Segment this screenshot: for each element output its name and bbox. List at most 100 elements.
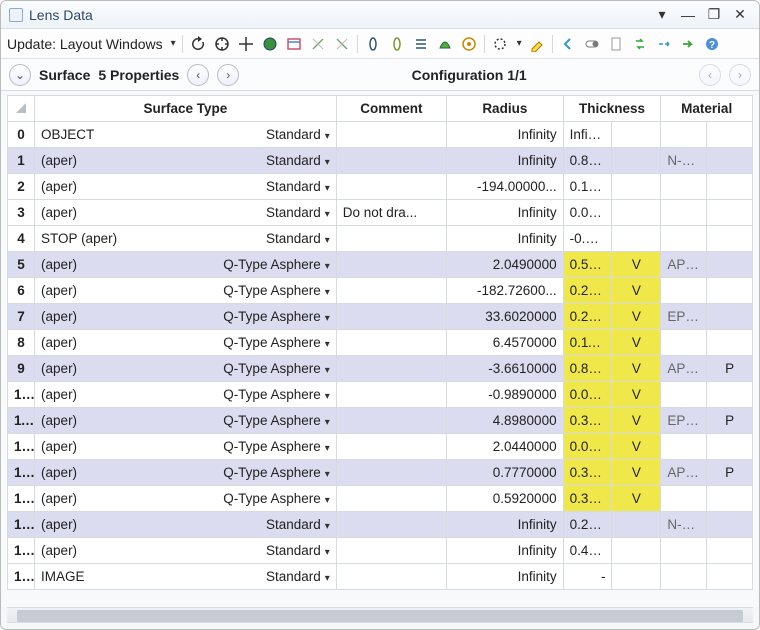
thickness-solve-flag[interactable]: V — [612, 408, 661, 434]
radius-cell[interactable]: Infinity — [447, 122, 564, 148]
thickness-solve-flag[interactable] — [612, 174, 661, 200]
comment-cell[interactable]: Do not dra... — [336, 200, 446, 226]
axis-x-icon[interactable] — [309, 35, 327, 53]
thickness-solve-flag[interactable] — [612, 148, 661, 174]
thickness-cell[interactable]: 0.4750000 — [563, 538, 612, 564]
table-row[interactable]: 6(aper)Q-Type Asphere▾-182.72600...0.235… — [8, 278, 753, 304]
radius-cell[interactable]: 6.4570000 — [447, 330, 564, 356]
surface-type-dropdown[interactable]: Standard▾ — [266, 543, 330, 558]
surface-type-dropdown[interactable]: Standard▾ — [266, 127, 330, 142]
update-dropdown-icon[interactable]: ▾ — [171, 38, 176, 49]
refresh-icon[interactable] — [189, 35, 207, 53]
col-surface-type[interactable]: Surface Type — [35, 96, 337, 122]
material-cell[interactable] — [661, 538, 707, 564]
comment-cell[interactable] — [336, 278, 446, 304]
lens-front-icon[interactable] — [364, 35, 382, 53]
surface-type-cell[interactable]: (aper)Q-Type Asphere▾ — [35, 434, 337, 460]
row-number[interactable]: 4 — [8, 226, 35, 252]
material-cell[interactable] — [661, 434, 707, 460]
thickness-cell[interactable]: 0.8000000 — [563, 148, 612, 174]
thickness-cell[interactable]: 0.0970814 — [563, 434, 612, 460]
thickness-cell[interactable]: 0.3685480 — [563, 408, 612, 434]
comment-cell[interactable] — [336, 408, 446, 434]
row-number[interactable]: 17 — [8, 564, 35, 590]
table-row[interactable]: 15(aper)Standard▾Infinity0.2100000N-BK7 — [8, 512, 753, 538]
aperture-dropdown-icon[interactable]: ▾ — [517, 38, 522, 49]
row-number[interactable]: 0 — [8, 122, 35, 148]
radius-cell[interactable]: Infinity — [447, 226, 564, 252]
material-cell[interactable] — [661, 122, 707, 148]
layout-icon[interactable] — [285, 35, 303, 53]
table-row[interactable]: 12(aper)Q-Type Asphere▾2.04400000.097081… — [8, 434, 753, 460]
thickness-cell[interactable]: 0.0656416 — [563, 382, 612, 408]
thickness-cell[interactable]: Infinity — [563, 122, 612, 148]
toggle-icon[interactable] — [583, 35, 601, 53]
radius-cell[interactable]: Infinity — [447, 200, 564, 226]
material-solve-flag[interactable] — [707, 226, 753, 252]
next-config-button[interactable]: › — [729, 64, 751, 86]
surface-type-cell[interactable]: (aper)Standard▾ — [35, 538, 337, 564]
thickness-solve-flag[interactable] — [612, 564, 661, 590]
material-cell[interactable] — [661, 564, 707, 590]
thickness-solve-flag[interactable]: V — [612, 304, 661, 330]
wheel-icon[interactable] — [460, 35, 478, 53]
surface-type-cell[interactable]: (aper)Q-Type Asphere▾ — [35, 252, 337, 278]
table-row[interactable]: 14(aper)Q-Type Asphere▾0.59200000.321389… — [8, 486, 753, 512]
surface-type-dropdown[interactable]: Q-Type Asphere▾ — [223, 387, 330, 402]
material-solve-flag[interactable] — [707, 174, 753, 200]
surface-type-dropdown[interactable]: Q-Type Asphere▾ — [223, 465, 330, 480]
restore-button[interactable]: ❐ — [703, 6, 725, 24]
radius-cell[interactable]: 33.6020000 — [447, 304, 564, 330]
radius-cell[interactable]: -3.6610000 — [447, 356, 564, 382]
table-row[interactable]: 5(aper)Q-Type Asphere▾2.04900000.5168080… — [8, 252, 753, 278]
material-solve-flag[interactable]: P — [707, 460, 753, 486]
table-row[interactable]: 1(aper)Standard▾Infinity0.8000000N-BK7 — [8, 148, 753, 174]
swap-icon[interactable] — [631, 35, 649, 53]
minimize-button[interactable]: — — [677, 6, 699, 24]
comment-cell[interactable] — [336, 564, 446, 590]
comment-cell[interactable] — [336, 174, 446, 200]
prev-surface-button[interactable]: ‹ — [187, 64, 209, 86]
comment-cell[interactable] — [336, 148, 446, 174]
comment-cell[interactable] — [336, 434, 446, 460]
scrollbar-thumb[interactable] — [17, 610, 743, 622]
surface-type-dropdown[interactable]: Q-Type Asphere▾ — [223, 439, 330, 454]
table-row[interactable]: 10(aper)Q-Type Asphere▾-0.98900000.06564… — [8, 382, 753, 408]
thickness-cell[interactable]: 0.2357424 — [563, 278, 612, 304]
material-cell[interactable] — [661, 174, 707, 200]
radius-cell[interactable]: Infinity — [447, 564, 564, 590]
material-solve-flag[interactable] — [707, 512, 753, 538]
help-icon[interactable]: ? — [703, 35, 721, 53]
comment-cell[interactable] — [336, 486, 446, 512]
col-comment[interactable]: Comment — [336, 96, 446, 122]
material-solve-flag[interactable] — [707, 148, 753, 174]
thickness-cell[interactable]: 0.8609426 — [563, 356, 612, 382]
go-icon[interactable] — [679, 35, 697, 53]
surface-type-cell[interactable]: (aper)Standard▾ — [35, 512, 337, 538]
material-cell[interactable] — [661, 200, 707, 226]
row-number[interactable]: 11 — [8, 408, 35, 434]
prev-config-button[interactable]: ‹ — [699, 64, 721, 86]
comment-cell[interactable] — [336, 122, 446, 148]
material-cell[interactable]: APL5014C — [661, 252, 707, 278]
thickness-solve-flag[interactable]: V — [612, 434, 661, 460]
surface-type-dropdown[interactable]: Q-Type Asphere▾ — [223, 491, 330, 506]
comment-cell[interactable] — [336, 382, 446, 408]
material-solve-flag[interactable]: P — [707, 408, 753, 434]
surface-type-dropdown[interactable]: Q-Type Asphere▾ — [223, 361, 330, 376]
material-cell[interactable]: N-BK7 — [661, 512, 707, 538]
highlighter-icon[interactable] — [528, 35, 546, 53]
thickness-cell[interactable]: 0.3063333 — [563, 460, 612, 486]
step-icon[interactable] — [655, 35, 673, 53]
surface-type-cell[interactable]: STOP (aper)Standard▾ — [35, 226, 337, 252]
row-number[interactable]: 6 — [8, 278, 35, 304]
radius-cell[interactable]: 0.5920000 — [447, 486, 564, 512]
row-number[interactable]: 2 — [8, 174, 35, 200]
table-row[interactable]: 17IMAGEStandard▾Infinity- — [8, 564, 753, 590]
surface-type-dropdown[interactable]: Q-Type Asphere▾ — [223, 309, 330, 324]
surface-type-dropdown[interactable]: Standard▾ — [266, 153, 330, 168]
comment-cell[interactable] — [336, 252, 446, 278]
material-solve-flag[interactable] — [707, 278, 753, 304]
thickness-solve-flag[interactable]: V — [612, 356, 661, 382]
crosshair-icon[interactable] — [237, 35, 255, 53]
